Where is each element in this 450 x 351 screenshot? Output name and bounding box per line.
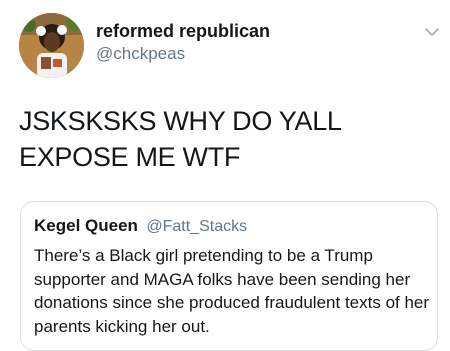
author-handle[interactable]: @chckpeas: [96, 43, 270, 65]
avatar-image: [19, 13, 84, 78]
quoted-tweet-text: There’s a Black girl pretending to be a …: [34, 246, 430, 336]
tweet-text: JSKSKSKS WHY DO YALL EXPOSE ME WTF: [19, 106, 341, 172]
quoted-tweet[interactable]: Kegel Queen @Fatt_Stacks There’s a Black…: [20, 201, 438, 351]
tweet-author[interactable]: reformed republican @chckpeas: [96, 20, 270, 65]
tweet[interactable]: reformed republican @chckpeas JSKSKSKS W…: [0, 0, 450, 351]
chevron-down-icon[interactable]: [424, 25, 440, 37]
author-display-name[interactable]: reformed republican: [96, 20, 270, 42]
quoted-author-handle: @Fatt_Stacks: [146, 218, 248, 235]
quoted-author-display-name: Kegel Queen: [34, 216, 138, 235]
avatar[interactable]: [19, 13, 84, 78]
quoted-tweet-header: Kegel Queen @Fatt_Stacks: [34, 215, 247, 238]
